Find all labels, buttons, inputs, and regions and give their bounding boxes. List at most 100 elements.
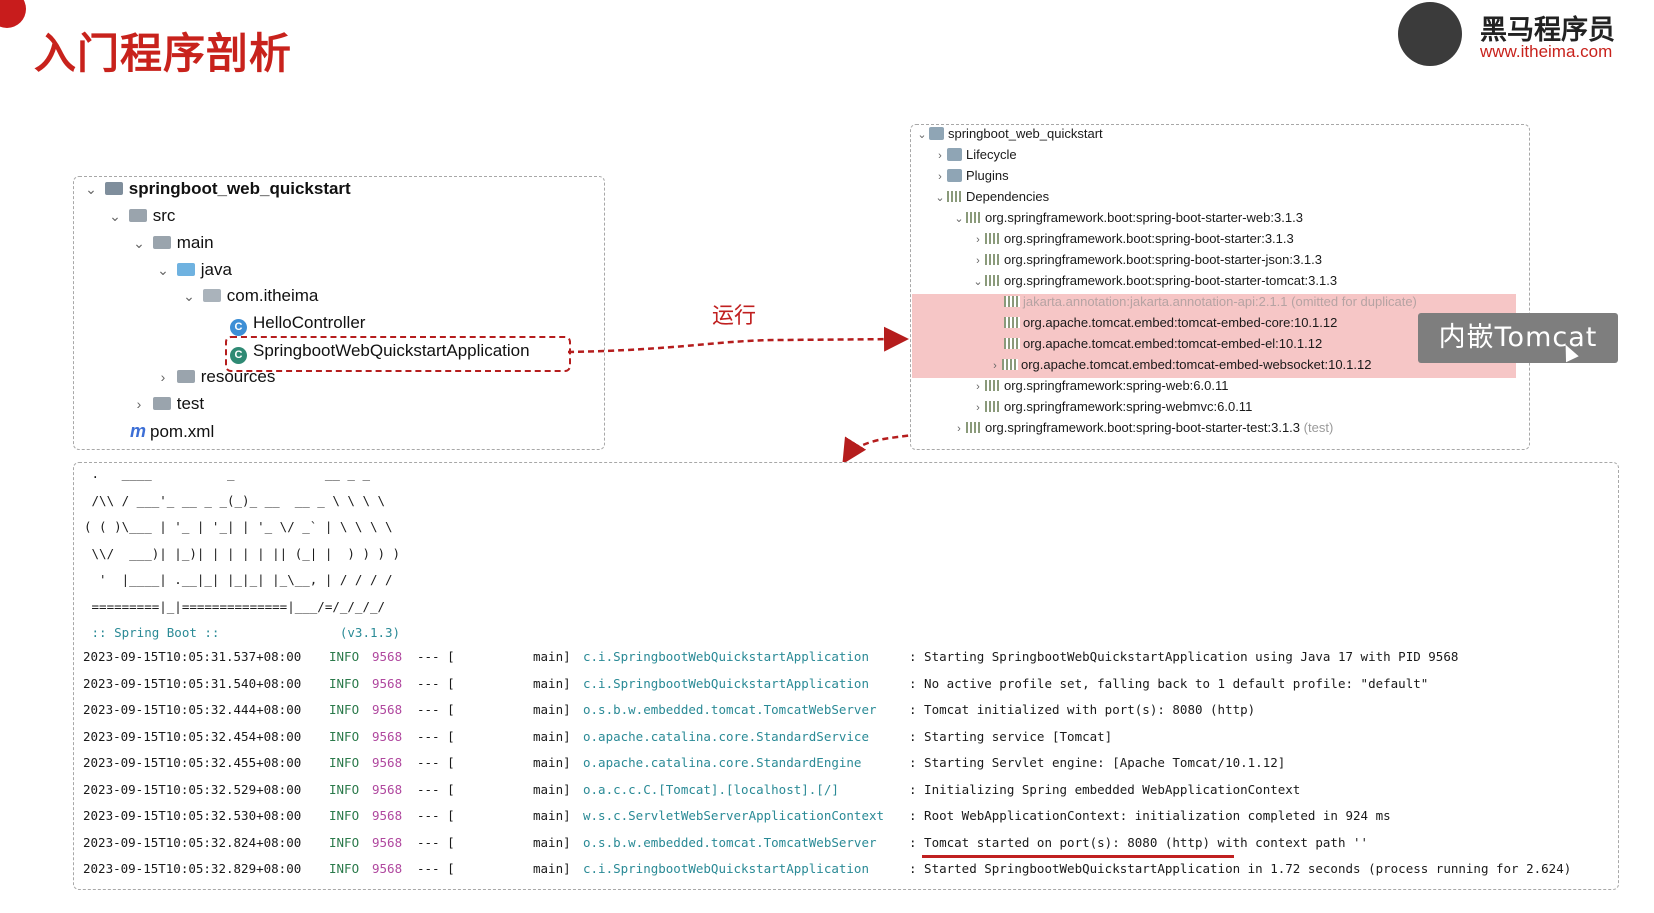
- log-row: 2023-09-15T10:05:32.454+08:00 INFO 9568 ---…: [83, 724, 1613, 750]
- log-pid: 9568: [372, 781, 403, 797]
- tree-item-src[interactable]: ⌄ src: [106, 203, 175, 229]
- log-msg: : Started SpringbootWebQuickstartApplica…: [909, 861, 1572, 876]
- log-pid: 9568: [372, 702, 403, 717]
- log-dash: --- [: [417, 702, 455, 717]
- log-level: INFO: [329, 649, 360, 664]
- dep-starter-json[interactable]: › org.springframework.boot:spring-boot-st…: [971, 250, 1322, 270]
- tree-item-resources[interactable]: › resources: [154, 364, 276, 390]
- library-icon: [985, 275, 1001, 286]
- log-level: INFO: [329, 702, 360, 717]
- chevron-down-icon[interactable]: ⌄: [915, 125, 929, 145]
- log-thread: main]: [533, 649, 571, 664]
- maven-root[interactable]: ⌄ springboot_web_quickstart: [915, 124, 1102, 145]
- tree-item-test[interactable]: › test: [130, 391, 204, 417]
- chevron-right-icon[interactable]: ›: [130, 391, 148, 417]
- log-level: INFO: [329, 755, 360, 770]
- log-level: INFO: [329, 834, 360, 850]
- log-logger: o.apache.catalina.core.StandardService: [583, 728, 869, 744]
- chevron-right-icon[interactable]: ›: [971, 251, 985, 271]
- source-folder-icon: [176, 263, 195, 276]
- chevron-right-icon[interactable]: ›: [971, 398, 985, 418]
- chevron-right-icon[interactable]: ›: [154, 364, 172, 390]
- maven-lifecycle[interactable]: › Lifecycle: [933, 145, 1016, 166]
- log-logger: o.s.b.w.embedded.tomcat.TomcatWebServer: [583, 834, 877, 850]
- maven-dependencies[interactable]: ⌄ Dependencies: [933, 187, 1049, 207]
- log-row: 2023-09-15T10:05:32.444+08:00 INFO 9568 ---…: [83, 697, 1613, 723]
- package-icon: [202, 289, 221, 302]
- log-thread: main]: [533, 861, 571, 876]
- dep-embed-el[interactable]: org.apache.tomcat.embed:tomcat-embed-el:…: [1004, 334, 1322, 354]
- chevron-right-icon[interactable]: ›: [988, 356, 1002, 376]
- log-level: INFO: [329, 861, 360, 876]
- dep-starter-web[interactable]: ⌄ org.springframework.boot:spring-boot-st…: [952, 208, 1303, 228]
- chevron-down-icon[interactable]: ⌄: [106, 203, 124, 229]
- log-row: 2023-09-15T10:05:32.455+08:00 INFO 9568 ---…: [83, 750, 1613, 776]
- tree-item-java[interactable]: ⌄ java: [154, 257, 232, 283]
- tree-item-hello-controller[interactable]: C HelloController: [230, 310, 365, 336]
- chevron-right-icon[interactable]: ›: [952, 419, 966, 439]
- log-pid: 9568: [372, 808, 403, 823]
- chevron-right-icon[interactable]: ›: [933, 146, 947, 166]
- embedded-tomcat-tooltip: 内嵌Tomcat: [1418, 313, 1618, 363]
- library-icon: [985, 380, 1001, 391]
- run-label: 运行: [712, 304, 757, 329]
- chevron-right-icon[interactable]: ›: [971, 230, 985, 250]
- log-level: INFO: [329, 781, 360, 797]
- log-msg: : Tomcat initialized with port(s): 8080 …: [909, 702, 1256, 717]
- dep-annotation-api[interactable]: jakarta.annotation:jakarta.annotation-ap…: [1004, 292, 1417, 312]
- tree-item-package[interactable]: ⌄ com.itheima: [180, 283, 318, 309]
- decorative-dot: [0, 0, 26, 28]
- application-highlight-box: [225, 336, 571, 372]
- tree-item-pom[interactable]: m pom.xml: [130, 418, 214, 444]
- dep-spring-web[interactable]: › org.springframework:spring-web:6.0.11: [971, 376, 1228, 396]
- log-level: INFO: [329, 675, 360, 691]
- library-icon: [1004, 317, 1020, 328]
- dep-starter-tomcat[interactable]: ⌄ org.springframework.boot:spring-boot-st…: [971, 271, 1337, 291]
- chevron-down-icon[interactable]: ⌄: [952, 209, 966, 229]
- chevron-right-icon[interactable]: ›: [933, 167, 947, 187]
- tree-item-root[interactable]: ⌄ springboot_web_quickstart: [82, 176, 351, 202]
- log-logger: o.s.b.w.embedded.tomcat.TomcatWebServer: [583, 702, 877, 717]
- folder-icon: [152, 236, 171, 249]
- dep-starter-test[interactable]: › org.springframework.boot:spring-boot-st…: [952, 418, 1333, 438]
- maven-plugins[interactable]: › Plugins: [933, 166, 1008, 187]
- banner-line: . ____ _ __ _ _: [84, 466, 370, 481]
- log-row: 2023-09-15T10:05:31.537+08:00 INFO 9568 ---…: [83, 644, 1613, 670]
- dep-spring-webmvc[interactable]: › org.springframework:spring-webmvc:6.0.1…: [971, 397, 1252, 417]
- log-time: 2023-09-15T10:05:32.454+08:00: [83, 728, 302, 744]
- log-time: 2023-09-15T10:05:32.530+08:00: [83, 808, 302, 823]
- tree-item-main[interactable]: ⌄ main: [130, 230, 213, 256]
- log-thread: main]: [533, 781, 571, 797]
- library-icon: [1002, 359, 1018, 370]
- chevron-down-icon[interactable]: ⌄: [82, 176, 100, 202]
- log-dash: --- [: [417, 755, 455, 770]
- log-thread: main]: [533, 755, 571, 770]
- folder-icon: [152, 397, 171, 410]
- chevron-down-icon[interactable]: ⌄: [933, 188, 947, 208]
- chevron-down-icon[interactable]: ⌄: [130, 230, 148, 256]
- banner-line: ' |____| .__|_| |_|_| |_\__, | / / / /: [84, 572, 393, 587]
- banner-line: =========|_|==============|___/=/_/_/_/: [84, 598, 386, 614]
- plugins-icon: [947, 169, 962, 182]
- chevron-down-icon[interactable]: ⌄: [971, 272, 985, 292]
- banner-line: :: Spring Boot :: (v3.1.3): [84, 625, 401, 640]
- dep-embed-websocket[interactable]: › org.apache.tomcat.embed:tomcat-embed-we…: [988, 355, 1371, 375]
- brand-logo: 黑马程序员 www.itheima.com: [1398, 0, 1648, 70]
- log-dash: --- [: [417, 649, 455, 664]
- horse-logo-icon: [1398, 2, 1462, 66]
- log-msg: : Initializing Spring embedded WebApplic…: [909, 781, 1301, 797]
- dep-starter[interactable]: › org.springframework.boot:spring-boot-st…: [971, 229, 1294, 249]
- log-logger: c.i.SpringbootWebQuickstartApplication: [583, 861, 869, 876]
- log-level: INFO: [329, 808, 360, 823]
- log-pid: 9568: [372, 755, 403, 770]
- log-logger: o.apache.catalina.core.StandardEngine: [583, 755, 862, 770]
- dep-embed-core[interactable]: org.apache.tomcat.embed:tomcat-embed-cor…: [1004, 313, 1337, 333]
- chevron-down-icon[interactable]: ⌄: [180, 283, 198, 309]
- log-time: 2023-09-15T10:05:31.540+08:00: [83, 675, 302, 691]
- log-dash: --- [: [417, 728, 455, 744]
- chevron-right-icon[interactable]: ›: [971, 377, 985, 397]
- log-time: 2023-09-15T10:05:32.455+08:00: [83, 755, 302, 770]
- library-icon: [966, 422, 982, 433]
- library-icon: [985, 401, 1001, 412]
- chevron-down-icon[interactable]: ⌄: [154, 257, 172, 283]
